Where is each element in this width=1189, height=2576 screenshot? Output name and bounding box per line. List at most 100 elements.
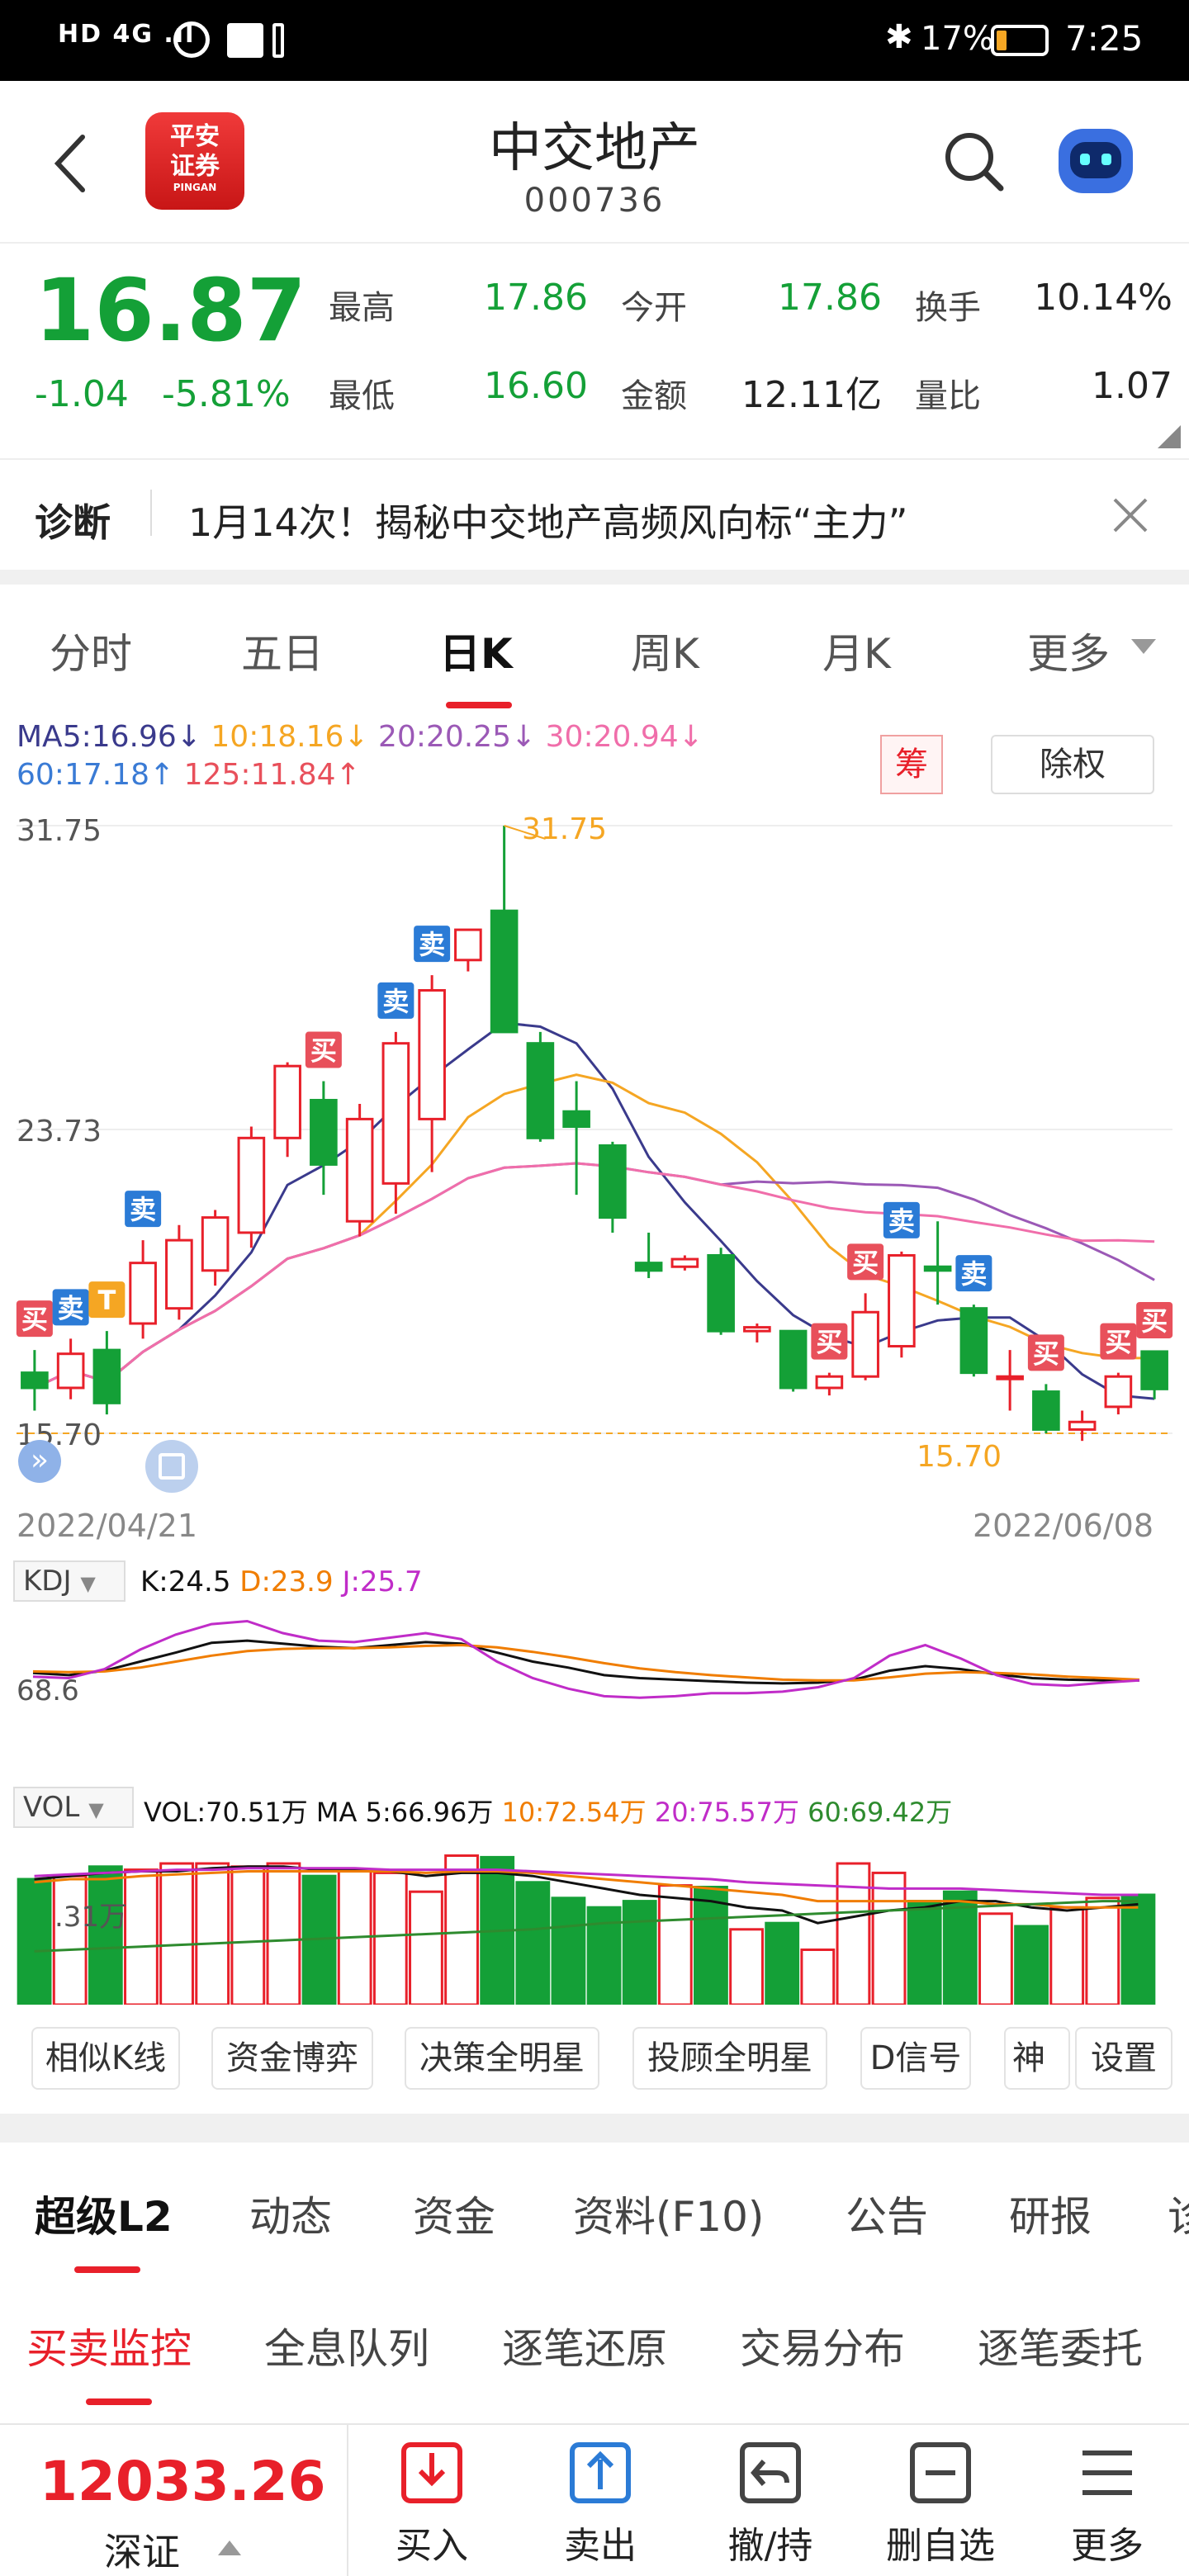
kdj-selector-label: KDJ	[23, 1565, 72, 1598]
vol-values: VOL:70.51万 MA 5:66.96万 10:72.54万 20:75.5…	[144, 1792, 952, 1830]
vol-ma20: 20:75.57万	[654, 1797, 799, 1828]
vol-ma10: 10:72.54万	[501, 1797, 647, 1828]
tab-intraday[interactable]: 分时	[50, 621, 132, 680]
candle-body	[599, 1144, 627, 1219]
low-label: 最低	[329, 377, 395, 415]
advisor-allstar-button[interactable]: 投顾全明星	[632, 2027, 827, 2090]
volume-bar	[17, 1878, 52, 2005]
tab-tick-replay[interactable]: 逐笔还原	[502, 2316, 667, 2375]
magic-button[interactable]: 神奇	[1004, 2027, 1070, 2090]
tab-diagnosis[interactable]: 诊	[1168, 2184, 1189, 2243]
tab-announcements[interactable]: 公告	[846, 2184, 928, 2243]
caret-down-icon[interactable]	[1131, 639, 1156, 656]
tab-f10[interactable]: 资料(F10)	[573, 2184, 764, 2243]
tab-super-l2[interactable]: 超级L2	[35, 2184, 173, 2243]
candle-body	[1032, 1390, 1060, 1431]
close-icon[interactable]	[1111, 496, 1149, 534]
candle-body	[454, 928, 482, 962]
candle-body	[815, 1375, 844, 1390]
cancel-hold-action[interactable]: 撤/持	[708, 2441, 832, 2569]
chip-distribution-button[interactable]: 筹	[880, 735, 943, 794]
diagnosis-banner[interactable]: 诊断 1月14次！揭秘中交地产高频风向标“主力”	[0, 458, 1189, 570]
tab-monthly-k[interactable]: 月K	[822, 621, 891, 680]
volume-chart[interactable]	[0, 1840, 1189, 2005]
volume-bar	[1085, 1896, 1120, 2005]
candle-body	[923, 1265, 952, 1272]
index-name[interactable]: 深证	[104, 2522, 180, 2576]
signal-badge-label: 卖	[888, 1205, 915, 1237]
max-price-annotation: 31.75	[522, 812, 608, 846]
candle-body	[562, 1110, 590, 1129]
candle-body	[996, 1375, 1024, 1380]
candle-body	[21, 1371, 49, 1390]
signal-badge-label: 买	[816, 1327, 842, 1358]
bottom-action-bar: 12033.26 深证 买入 卖出 撤/持 删自选 更多	[0, 2423, 1189, 2576]
signal-badge-label: 卖	[58, 1292, 84, 1324]
volume-bar	[124, 1868, 159, 2005]
tab-news[interactable]: 动态	[249, 2184, 332, 2243]
ma-row-2: 60:17.18↑ 125:11.84↑	[17, 758, 361, 792]
expand-corner-icon[interactable]	[1158, 425, 1181, 448]
candle-body	[56, 1352, 85, 1390]
decision-allstar-button[interactable]: 决策全明星	[405, 2027, 599, 2090]
d-signal-button[interactable]: D信号	[860, 2027, 971, 2090]
bottom-divider	[347, 2425, 348, 2576]
ma20-value: 20:20.25↓	[378, 720, 537, 754]
volume-bar	[1120, 1893, 1156, 2005]
similar-kline-button[interactable]: 相似K线	[31, 2027, 180, 2090]
candle-body	[237, 1136, 266, 1234]
caret-up-icon[interactable]	[218, 2540, 241, 2555]
tab-weekly-k[interactable]: 周K	[631, 621, 699, 680]
candle-body	[129, 1262, 157, 1325]
expand-sidebar-icon[interactable]: »	[18, 1440, 61, 1483]
signal-badge-label: 买	[1105, 1327, 1131, 1358]
volume-bar	[871, 1871, 907, 2005]
high-value: 17.86	[484, 277, 588, 319]
kline-panel: MA5:16.96↓ 10:18.16↓ 20:20.25↓ 30:20.94↓…	[0, 717, 1189, 2104]
vol-selector[interactable]: VOL ▼	[13, 1787, 134, 1828]
vol-level-label: .31万	[54, 1901, 128, 1934]
volume-bar	[729, 1928, 764, 2005]
l2-tabs: 买卖监控 全息队列 逐笔还原 交易分布 逐笔委托	[0, 2283, 1189, 2423]
tab-full-queue[interactable]: 全息队列	[264, 2316, 429, 2375]
tab-trade-distribution[interactable]: 交易分布	[740, 2316, 905, 2375]
fullscreen-icon[interactable]	[145, 1440, 198, 1493]
candle-body	[1068, 1420, 1097, 1431]
tab-funds[interactable]: 资金	[413, 2184, 495, 2243]
index-value[interactable]: 12033.26	[40, 2450, 326, 2513]
remove-watchlist-action[interactable]: 删自选	[879, 2441, 1002, 2569]
tab-order-monitor[interactable]: 买卖监控	[26, 2316, 192, 2375]
tab-tick-orders[interactable]: 逐笔委托	[978, 2316, 1143, 2375]
sell-icon	[570, 2442, 631, 2503]
tab-five-day[interactable]: 五日	[241, 621, 324, 680]
tab-daily-k[interactable]: 日K	[439, 621, 513, 680]
candle-body	[201, 1216, 230, 1272]
tab-more[interactable]: 更多	[1027, 621, 1110, 680]
turnover-value: 10.14%	[1034, 277, 1172, 319]
open-label: 今开	[621, 289, 687, 327]
volume-bar	[765, 1921, 800, 2005]
more-action[interactable]: 更多	[1045, 2441, 1169, 2569]
candlestick-chart[interactable]: 买卖 T卖卖买卖买买卖卖买 买买	[0, 807, 1189, 1468]
adjust-button[interactable]: 除权	[991, 735, 1154, 794]
caret-down-icon: ▼	[80, 1572, 96, 1595]
kdj-selector[interactable]: KDJ ▼	[13, 1560, 126, 1602]
low-value: 16.60	[484, 365, 588, 407]
signal-badge-label: 买	[310, 1035, 337, 1067]
candle-body	[1140, 1350, 1168, 1390]
kdj-chart[interactable]	[0, 1608, 1189, 1699]
settings-button[interactable]: 设置	[1075, 2027, 1172, 2090]
robot-assistant-icon[interactable]	[1059, 129, 1133, 193]
diagnosis-label: 诊断	[35, 500, 111, 545]
search-icon[interactable]	[941, 129, 1007, 195]
signal-badge-label: 买	[1141, 1305, 1168, 1337]
clock: 7:25	[1065, 18, 1144, 59]
buy-action[interactable]: 买入	[370, 2441, 494, 2569]
sell-action[interactable]: 卖出	[538, 2441, 662, 2569]
signal-badge-label: 买	[1033, 1338, 1059, 1369]
capital-game-button[interactable]: 资金博弈	[211, 2027, 373, 2090]
sell-label: 卖出	[564, 2525, 637, 2567]
diagnosis-text[interactable]: 1月14次！揭秘中交地产高频风向标“主力”	[188, 493, 907, 547]
tab-research[interactable]: 研报	[1009, 2184, 1092, 2243]
candle-body	[888, 1253, 916, 1348]
